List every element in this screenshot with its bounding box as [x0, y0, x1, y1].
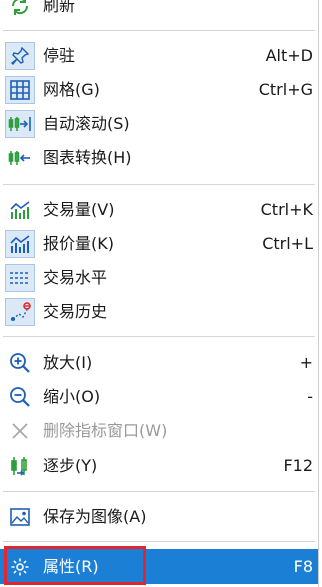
close-icon — [5, 417, 35, 445]
picture-icon — [5, 503, 35, 531]
menu-separator — [3, 184, 315, 185]
menu-item-shortcut: Alt+D — [265, 46, 313, 65]
menu-item-zoom-in[interactable]: 放大(I) + — [0, 347, 318, 379]
menu-item-shortcut: F8 — [293, 557, 313, 576]
menu-item-grid[interactable]: 网格(G) Ctrl+G — [0, 74, 318, 106]
menu-item-delete-indicator-window[interactable]: 删除指标窗口(W) — [0, 415, 318, 447]
chart-shift-icon — [5, 144, 35, 172]
menu-item-trade-history[interactable]: 交易历史 — [0, 296, 318, 328]
menu-item-label: 报价量(K) — [43, 234, 114, 253]
menu-item-auto-scroll[interactable]: 自动滚动(S) — [0, 108, 318, 140]
menu-item-label: 放大(I) — [43, 353, 93, 372]
menu-item-shortcut: Ctrl+L — [262, 234, 313, 253]
menu-item-save-as-picture[interactable]: 保存为图像(A) — [0, 501, 318, 533]
volume-icon — [5, 196, 35, 224]
refresh-icon — [5, 0, 35, 20]
grid-icon — [5, 76, 35, 104]
menu-item-label: 交易量(V) — [43, 200, 115, 219]
menu-separator — [3, 541, 315, 542]
zoom-out-icon — [5, 383, 35, 411]
menu-separator — [3, 336, 315, 337]
menu-item-tick-volumes[interactable]: 报价量(K) Ctrl+L — [0, 228, 318, 260]
auto-scroll-icon — [5, 110, 35, 138]
menu-item-shortcut: - — [307, 387, 313, 406]
menu-item-step[interactable]: 逐步(Y) F12 — [0, 450, 318, 482]
menu-item-label: 网格(G) — [43, 80, 100, 99]
menu-item-refresh[interactable]: 刷新 — [0, 0, 318, 22]
trade-levels-icon — [5, 264, 35, 292]
menu-item-label: 删除指标窗口(W) — [43, 421, 168, 440]
menu-item-label: 交易水平 — [43, 268, 108, 287]
menu-item-shortcut: Ctrl+G — [258, 80, 313, 99]
menu-item-chart-shift[interactable]: 图表转换(H) — [0, 142, 318, 174]
menu-item-properties[interactable]: 属性(R) F8 — [0, 549, 318, 584]
menu-item-shortcut: F12 — [283, 456, 313, 475]
pin-icon — [5, 42, 35, 70]
menu-item-shortcut: + — [299, 353, 313, 372]
tick-volume-icon — [5, 230, 35, 258]
menu-item-label: 图表转换(H) — [43, 148, 132, 167]
context-menu: 刷新 停驻 Alt+D 网格(G) Ctrl+G 自动滚动(S) 图表转换(H) — [0, 0, 319, 587]
menu-item-label: 逐步(Y) — [43, 456, 98, 475]
menu-separator — [3, 491, 315, 492]
menu-separator — [3, 30, 315, 31]
menu-item-shortcut: Ctrl+K — [260, 200, 313, 219]
menu-item-label: 属性(R) — [43, 557, 99, 576]
menu-item-trade-levels[interactable]: 交易水平 — [0, 262, 318, 294]
gear-icon — [5, 553, 35, 581]
menu-item-label: 交易历史 — [43, 302, 108, 321]
menu-item-label: 刷新 — [43, 0, 76, 15]
menu-item-zoom-out[interactable]: 缩小(O) - — [0, 381, 318, 413]
menu-item-label: 保存为图像(A) — [43, 507, 147, 526]
menu-item-volumes[interactable]: 交易量(V) Ctrl+K — [0, 194, 318, 226]
zoom-in-icon — [5, 349, 35, 377]
menu-item-label: 缩小(O) — [43, 387, 101, 406]
menu-item-label: 停驻 — [43, 46, 76, 65]
menu-item-dock[interactable]: 停驻 Alt+D — [0, 40, 318, 72]
menu-item-label: 自动滚动(S) — [43, 114, 130, 133]
trade-history-icon — [5, 298, 35, 326]
step-icon — [5, 452, 35, 480]
